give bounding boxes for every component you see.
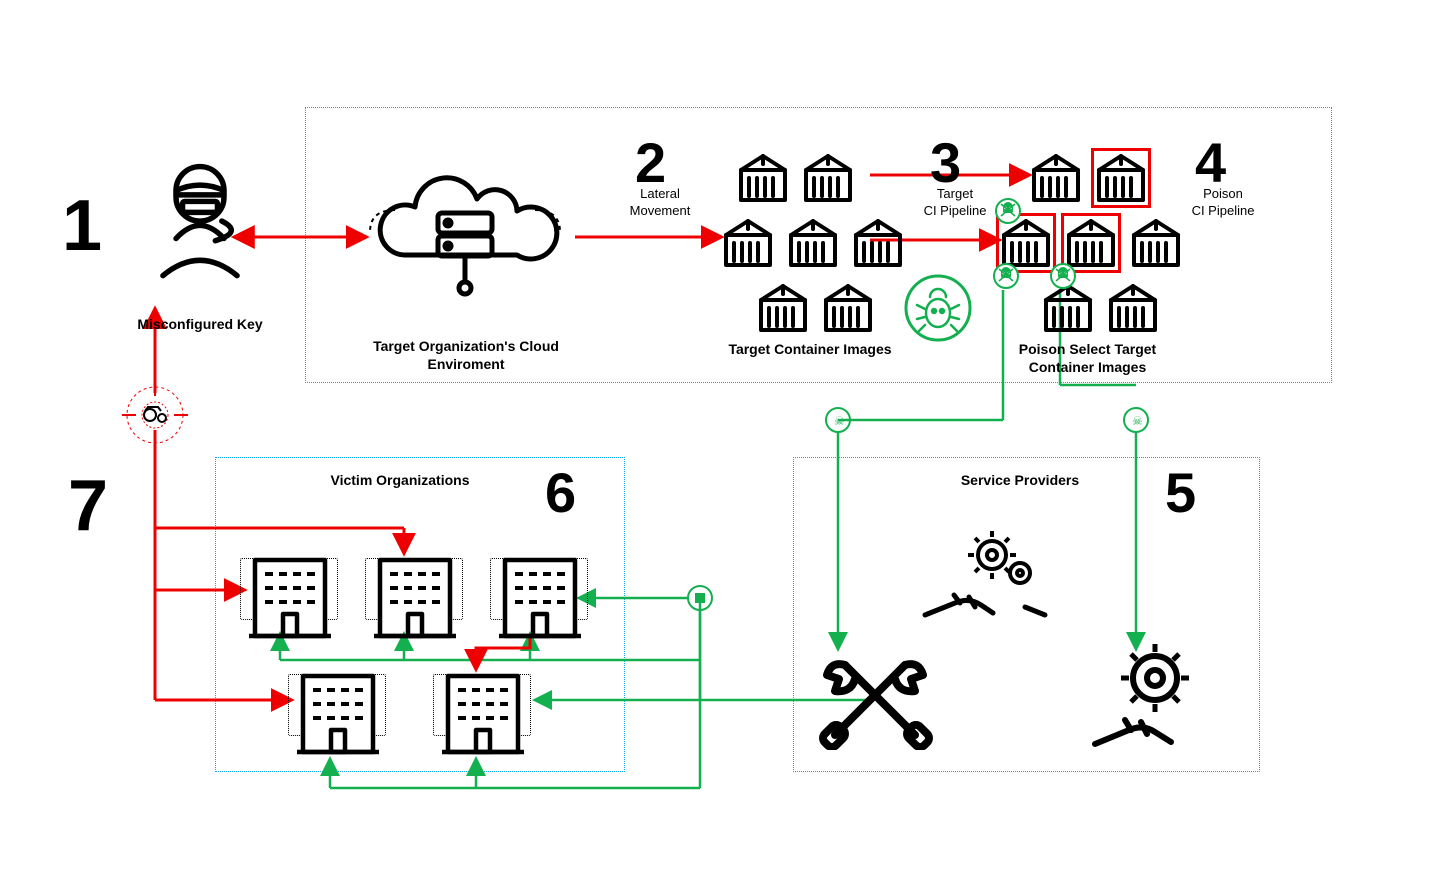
diagram-stage: ☠ ☠: [0, 0, 1431, 890]
container-5: [850, 215, 906, 271]
svg-text:☠: ☠: [834, 414, 845, 428]
container-1: [735, 150, 791, 206]
images-label: Target Container Images: [700, 340, 920, 358]
container-6: [755, 280, 811, 336]
pc-1: [1028, 150, 1084, 206]
container-2: [800, 150, 856, 206]
step-2-num: 2: [635, 135, 666, 191]
bug-icon: [903, 273, 973, 343]
step-6-num: 6: [545, 465, 576, 521]
step-1-num: 1: [62, 190, 102, 262]
cloud-label: Target Organization's Cloud Enviroment: [316, 337, 616, 373]
bldg-1: [245, 552, 335, 642]
container-4: [785, 215, 841, 271]
tools-icon: [815, 640, 935, 750]
pc-5: [1128, 215, 1184, 271]
hands-gears-icon: [920, 525, 1050, 625]
pc-2-poison: [1093, 150, 1149, 206]
skull-1: [995, 198, 1021, 224]
green-hub-dot: [695, 593, 705, 603]
step-2-label: Lateral Movement: [600, 186, 720, 220]
bldg-3: [495, 552, 585, 642]
bldg-4: [293, 668, 383, 758]
step-7-num: 7: [68, 470, 108, 542]
bldg-1-ext2: [323, 558, 338, 620]
attacker-icon: [145, 160, 255, 280]
step-4-num: 4: [1195, 135, 1226, 191]
crosshair-icon: [120, 380, 190, 450]
poison-label: Poison Select Target Container Images: [975, 340, 1200, 376]
svg-text:☠: ☠: [1132, 414, 1143, 428]
skull-3: [1050, 263, 1076, 289]
cloud-icon: [360, 170, 570, 310]
step-5-num: 5: [1165, 465, 1196, 521]
bldg-1-ext: [240, 558, 255, 620]
bldg-2: [370, 552, 460, 642]
skull-2: [993, 263, 1019, 289]
providers-label: Service Providers: [910, 471, 1130, 489]
container-3: [720, 215, 776, 271]
container-7: [820, 280, 876, 336]
pc-7: [1105, 280, 1161, 336]
bldg-5: [438, 668, 528, 758]
victims-label: Victim Organizations: [290, 471, 510, 489]
hand-gear-icon: [1085, 640, 1215, 750]
step-3-num: 3: [930, 135, 961, 191]
step-1-label: Misconfigured Key: [115, 315, 285, 333]
